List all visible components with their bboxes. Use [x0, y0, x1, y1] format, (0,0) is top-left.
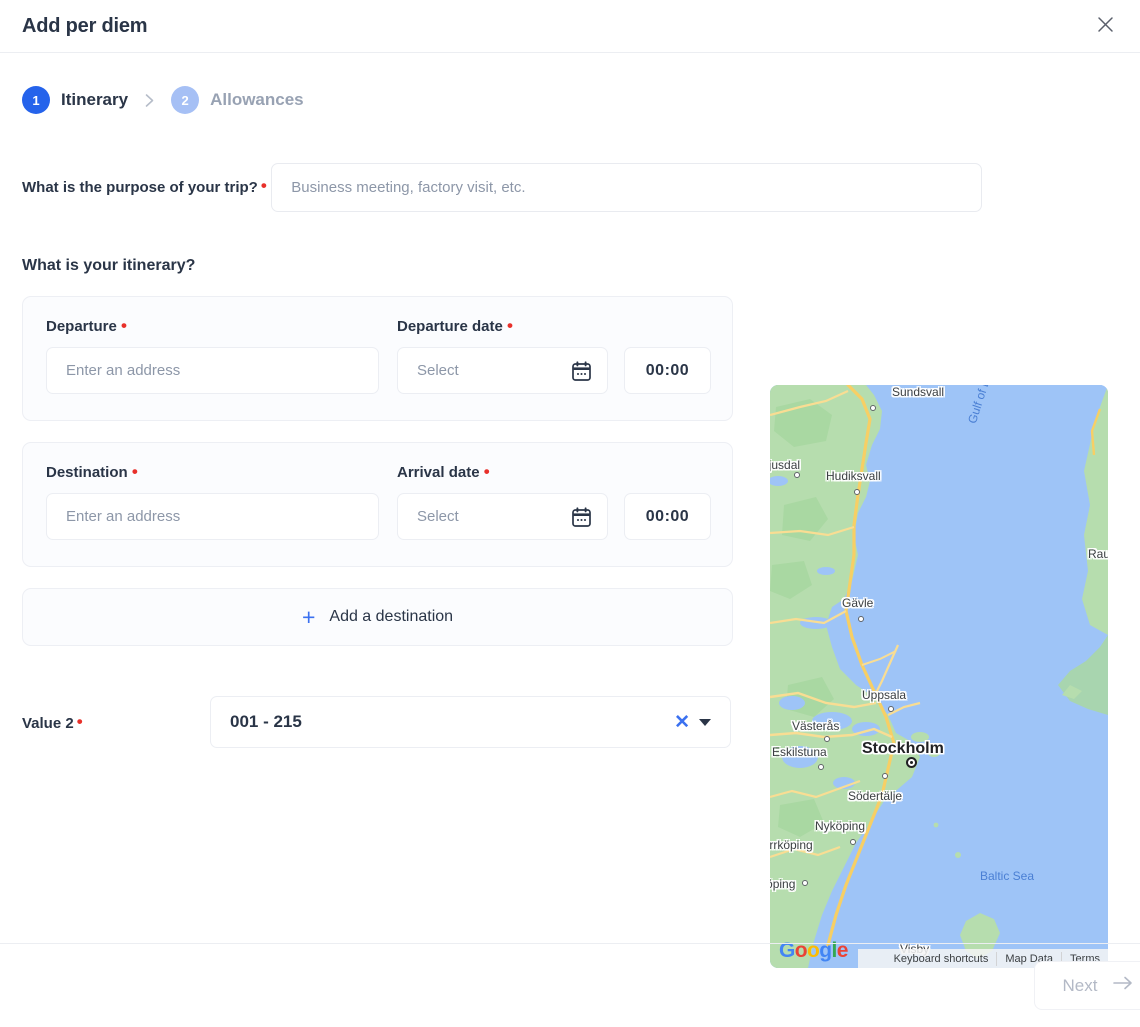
- destination-label-text: Destination: [46, 464, 128, 481]
- required-marker: •: [260, 176, 267, 195]
- departure-time-input[interactable]: 00:00: [624, 347, 711, 394]
- itinerary-section-title: What is your itinerary?: [22, 257, 196, 274]
- arrival-date-label: Arrival date •: [397, 462, 711, 481]
- map-canvas: [770, 385, 1108, 968]
- required-marker: •: [131, 462, 138, 481]
- arrival-date-picker[interactable]: Select: [397, 493, 608, 540]
- arrival-date-value: Select: [417, 508, 459, 525]
- destination-address-input[interactable]: [46, 493, 379, 540]
- add-destination-label: Add a destination: [329, 608, 454, 625]
- close-icon: [1097, 16, 1114, 36]
- departure-label-text: Departure: [46, 318, 117, 335]
- add-per-diem-modal: Add per diem 1 Itinerary 2 Allowances Wh…: [0, 0, 1140, 1027]
- value-2-label-text: Value 2: [22, 714, 74, 732]
- city-dot: [888, 706, 894, 712]
- modal-body: 1 Itinerary 2 Allowances What is the pur…: [0, 53, 1140, 968]
- city-dot: [882, 773, 888, 779]
- step-itinerary-number: 1: [22, 86, 50, 114]
- required-marker: •: [507, 316, 513, 335]
- step-itinerary[interactable]: 1 Itinerary: [22, 86, 128, 114]
- city-dot: [870, 405, 876, 411]
- departure-label: Departure •: [46, 316, 379, 335]
- required-marker: •: [483, 462, 490, 481]
- close-icon[interactable]: ✕: [674, 713, 690, 732]
- departure-date-label-text: Departure date: [397, 318, 503, 335]
- value-2-label: Value 2 •: [22, 711, 210, 732]
- calendar-icon: [572, 360, 591, 381]
- calendar-icon: [572, 506, 591, 527]
- destination-label: Destination •: [46, 462, 379, 481]
- purpose-input[interactable]: [271, 163, 983, 212]
- city-dot: [794, 472, 800, 478]
- page-title: Add per diem: [22, 14, 148, 37]
- purpose-label: What is the purpose of your trip? •: [22, 176, 267, 196]
- plus-icon: +: [301, 603, 316, 630]
- city-dot: [818, 764, 824, 770]
- purpose-label-text: What is the purpose of your trip?: [22, 179, 258, 196]
- chevron-down-icon[interactable]: [699, 718, 711, 726]
- modal-header: Add per diem: [0, 0, 1140, 53]
- departure-date-value: Select: [417, 362, 459, 379]
- step-allowances-label: Allowances: [210, 90, 304, 109]
- city-dot: [824, 736, 830, 742]
- purpose-field-group: What is the purpose of your trip? •: [22, 148, 1118, 212]
- value-2-selected-value: 001 - 215: [230, 712, 302, 731]
- arrow-right-icon: [1113, 975, 1133, 996]
- arrival-time-input[interactable]: 00:00: [624, 493, 711, 540]
- next-button[interactable]: Next: [1034, 961, 1140, 1010]
- modal-footer: Next: [0, 943, 1140, 1027]
- location-map[interactable]: Sundsvall Ljusdal Hudiksvall Rauma Gävle…: [770, 385, 1108, 968]
- city-dot: [858, 616, 864, 622]
- departure-date-picker[interactable]: Select: [397, 347, 608, 394]
- step-indicator: 1 Itinerary 2 Allowances: [22, 53, 1118, 114]
- departure-address-input[interactable]: [46, 347, 379, 394]
- required-marker: •: [76, 711, 83, 731]
- add-destination-button[interactable]: + Add a destination: [22, 588, 733, 646]
- itinerary-leg-destination: Destination • Arrival date • Select: [22, 442, 733, 567]
- departure-date-label: Departure date •: [397, 316, 711, 335]
- value-2-select[interactable]: 001 - 215 ✕: [210, 696, 731, 748]
- required-marker: •: [121, 316, 127, 335]
- next-button-label: Next: [1062, 975, 1098, 995]
- stockholm-marker: [906, 757, 917, 768]
- city-dot: [802, 880, 808, 886]
- step-allowances[interactable]: 2 Allowances: [171, 86, 304, 114]
- itinerary-leg-departure: Departure • Departure date • Select: [22, 296, 733, 421]
- close-button[interactable]: [1090, 11, 1120, 41]
- step-allowances-number: 2: [171, 86, 200, 114]
- city-dot: [854, 489, 860, 495]
- arrival-date-label-text: Arrival date: [397, 464, 480, 481]
- step-itinerary-label: Itinerary: [61, 90, 129, 109]
- chevron-right-icon: [144, 93, 155, 108]
- city-dot: [850, 839, 856, 845]
